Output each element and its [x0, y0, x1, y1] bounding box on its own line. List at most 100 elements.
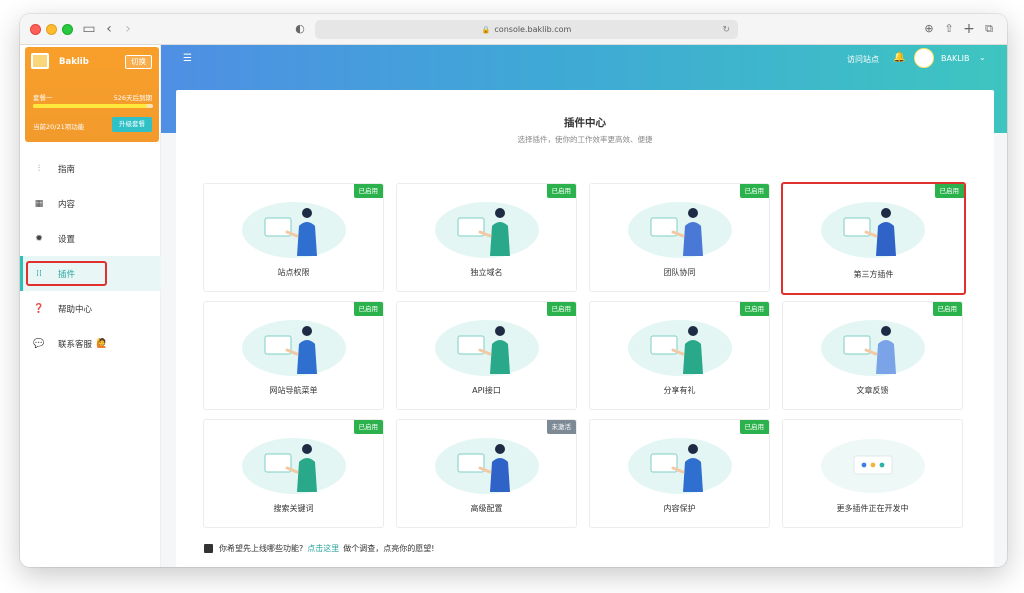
sidebar-item-label: 指南 — [58, 164, 76, 175]
sidebar-item-label: 帮助中心 — [58, 304, 93, 315]
plugin-illustration — [818, 316, 929, 378]
back-icon[interactable]: ‹ — [104, 20, 114, 38]
plugin-illustration — [818, 198, 929, 260]
plugin-illustration — [432, 316, 543, 378]
plugin-card[interactable]: 已启用 API接口 — [396, 301, 577, 410]
switch-button[interactable]: 切换 — [125, 55, 152, 69]
plan-name: 套餐一 — [33, 94, 53, 102]
sidebar-item-guide[interactable]: ⫶ 指南 — [20, 151, 161, 186]
grid-icon: ▦ — [34, 198, 44, 209]
visit-site-link[interactable]: 访问站点 — [847, 54, 879, 65]
sliders-icon: ⫶ — [37, 163, 41, 174]
address-bar[interactable]: 🔒 console.baklib.com ↻ — [315, 20, 738, 39]
sidebar-item-label: 内容 — [58, 199, 76, 210]
survey-prefix: 你希望先上线哪些功能? — [219, 544, 304, 553]
main-area: ☰ 访问站点 🔔 BAKLIB ⌄ 插件中心 选择插件，使你的工作效率更高效、便… — [161, 45, 1007, 567]
plan-features: 当前20/21项功能 — [33, 123, 85, 131]
status-badge: 已启用 — [932, 302, 962, 316]
plan-progress-bar — [33, 104, 153, 108]
status-badge: 已启用 — [739, 184, 769, 198]
lock-icon: 🔒 — [481, 25, 491, 34]
plugin-name: 分享有礼 — [663, 386, 696, 395]
status-badge: 已启用 — [546, 302, 576, 316]
help-icon: ❓ — [33, 303, 45, 314]
share-icon[interactable]: ⇧ — [942, 20, 956, 38]
page-subtitle: 选择插件，使你的工作效率更高效、便捷 — [517, 135, 653, 144]
page-title: 插件中心 — [564, 117, 606, 129]
chat-icon: 💬 — [33, 338, 45, 349]
status-badge: 已启用 — [353, 420, 383, 434]
zoom-window-button[interactable] — [62, 24, 73, 35]
menu-toggle-icon[interactable]: ☰ — [183, 53, 192, 64]
plugin-name: 更多插件正在开发中 — [836, 504, 909, 513]
browser-toolbar: ▭ ‹ › ◐ 🔒 console.baklib.com ↻ ⊕ ⇧ + ⧉ — [20, 14, 1007, 45]
survey-note: 你希望先上线哪些功能? 点击这里 做个调查，点亮你的愿望! — [204, 543, 434, 554]
user-name[interactable]: BAKLIB — [941, 54, 970, 63]
sidebar-item-contact[interactable]: 💬 联系客服 🙋 — [20, 326, 161, 361]
plugin-illustration — [432, 198, 543, 260]
browser-window: ▭ ‹ › ◐ 🔒 console.baklib.com ↻ ⊕ ⇧ + ⧉ B… — [20, 14, 1007, 567]
avatar[interactable] — [914, 48, 934, 68]
url-text: console.baklib.com — [494, 25, 572, 34]
tab-overview-icon[interactable]: ⧉ — [982, 20, 996, 38]
plugin-name: 内容保护 — [663, 504, 696, 513]
plugin-illustration — [239, 316, 350, 378]
sidebar-nav: ⫶ 指南 ▦ 内容 ✹ 设置 ⁞⁞ 插件 ❓ 帮助中心 💬 联系客服 🙋 — [20, 151, 161, 361]
plan-expire: 526天后到期 — [113, 94, 152, 102]
plugin-card[interactable]: 已启用搜索关键词 — [203, 419, 384, 528]
upgrade-plan-button[interactable]: 升级套餐 — [112, 117, 152, 132]
note-icon — [204, 544, 213, 553]
plugin-card[interactable]: 已启用分享有礼 — [589, 301, 770, 410]
plugin-card[interactable]: 已启用文章反馈 — [782, 301, 963, 410]
plugin-name: 高级配置 — [470, 504, 503, 513]
survey-link[interactable]: 点击这里 — [307, 543, 339, 554]
minimize-window-button[interactable] — [46, 24, 57, 35]
status-badge: 未激活 — [546, 420, 576, 434]
support-agent-icon: 🙋 — [96, 338, 108, 349]
sidebar-toggle-icon[interactable]: ▭ — [82, 20, 96, 38]
plugin-center-panel: 插件中心 选择插件，使你的工作效率更高效、便捷 已启用 站点权限 已启用 独立域名 已启… — [176, 90, 994, 567]
forward-icon[interactable]: › — [123, 20, 133, 38]
plugins-highlight-box — [26, 261, 107, 286]
status-badge: 已启用 — [546, 184, 576, 198]
plugin-card[interactable]: 已启用独立域名 — [396, 183, 577, 292]
sidebar-item-label: 联系客服 — [58, 339, 93, 350]
sidebar-item-content[interactable]: ▦ 内容 — [20, 186, 161, 221]
sidebar-item-label: 设置 — [58, 234, 76, 245]
status-badge: 已启用 — [934, 184, 964, 198]
plugin-illustration — [625, 198, 736, 260]
gear-icon: ✹ — [35, 233, 43, 244]
status-badge: 已启用 — [353, 184, 383, 198]
plugin-name: 网站导航菜单 — [269, 386, 318, 395]
plugin-card[interactable]: 更多插件正在开发中 — [782, 419, 963, 528]
plugin-card[interactable]: 已启用 内容保护 — [589, 419, 770, 528]
plugin-name: 团队协同 — [663, 268, 696, 277]
plugin-name: 独立域名 — [470, 268, 503, 277]
plugin-card[interactable]: 已启用第三方插件 — [781, 182, 966, 295]
plugin-illustration — [818, 434, 929, 496]
close-window-button[interactable] — [30, 24, 41, 35]
survey-suffix: 做个调查，点亮你的愿望! — [343, 544, 435, 553]
sidebar-item-settings[interactable]: ✹ 设置 — [20, 221, 161, 256]
plugin-card[interactable]: 已启用站点权限 — [203, 183, 384, 292]
sidebar-item-help[interactable]: ❓ 帮助中心 — [20, 291, 161, 326]
plugin-card[interactable]: 未激活高级配置 — [396, 419, 577, 528]
status-badge: 已启用 — [353, 302, 383, 316]
plan-progress-fill — [33, 104, 147, 108]
plugin-name: 第三方插件 — [853, 270, 894, 279]
plugin-name: 搜索关键词 — [273, 504, 314, 513]
reload-icon[interactable]: ↻ — [722, 25, 730, 35]
plugin-illustration — [432, 434, 543, 496]
plugin-card[interactable]: 已启用团队协同 — [589, 183, 770, 292]
privacy-shield-icon[interactable]: ◐ — [294, 20, 306, 38]
download-icon[interactable]: ⊕ — [922, 20, 936, 38]
plugin-card[interactable]: 已启用网站导航菜单 — [203, 301, 384, 410]
plugin-name: 文章反馈 — [856, 386, 889, 395]
plugin-illustration — [239, 434, 350, 496]
plugin-name: 站点权限 — [277, 268, 310, 277]
plugin-name: API接口 — [472, 386, 501, 395]
status-badge: 已启用 — [739, 302, 769, 316]
new-tab-icon[interactable]: + — [962, 20, 976, 38]
chevron-down-icon[interactable]: ⌄ — [979, 53, 986, 62]
bell-icon[interactable]: 🔔 — [893, 52, 905, 63]
